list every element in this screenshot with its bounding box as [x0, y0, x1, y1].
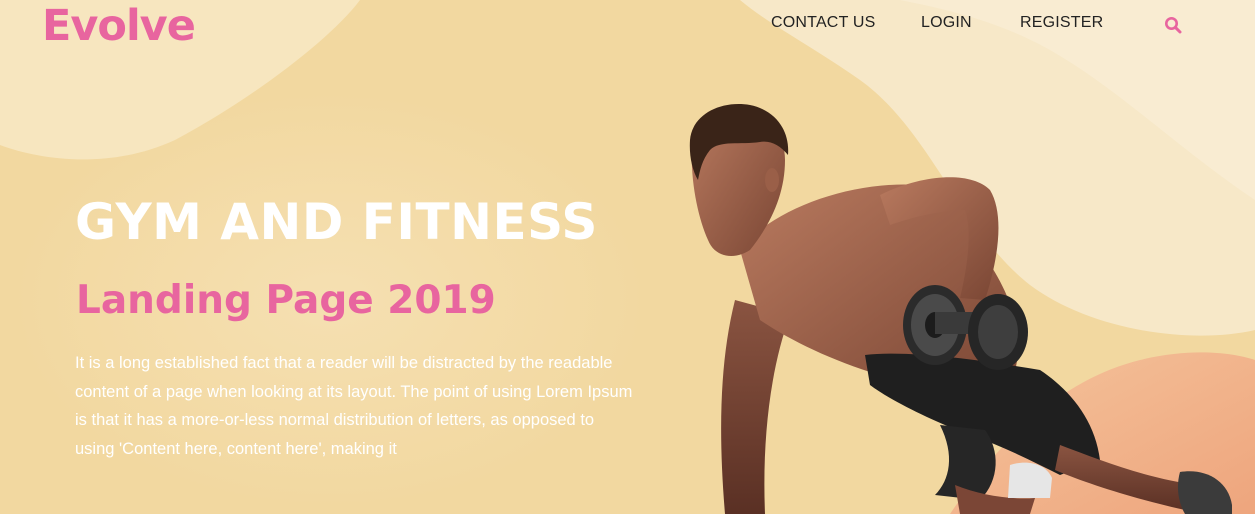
hero-title: GYM AND FITNESS — [75, 193, 598, 251]
hero-description: It is a long established fact that a rea… — [75, 354, 633, 458]
hero-athlete-image — [689, 104, 1232, 514]
hero-subtitle: Landing Page 2019 — [76, 278, 496, 323]
brand-logo[interactable]: Evolve — [42, 1, 196, 51]
search-icon[interactable] — [1163, 15, 1183, 35]
nav-contact-us[interactable]: CONTACT US — [771, 14, 876, 32]
nav-login[interactable]: LOGIN — [921, 14, 972, 32]
nav-register[interactable]: REGISTER — [1020, 14, 1103, 32]
